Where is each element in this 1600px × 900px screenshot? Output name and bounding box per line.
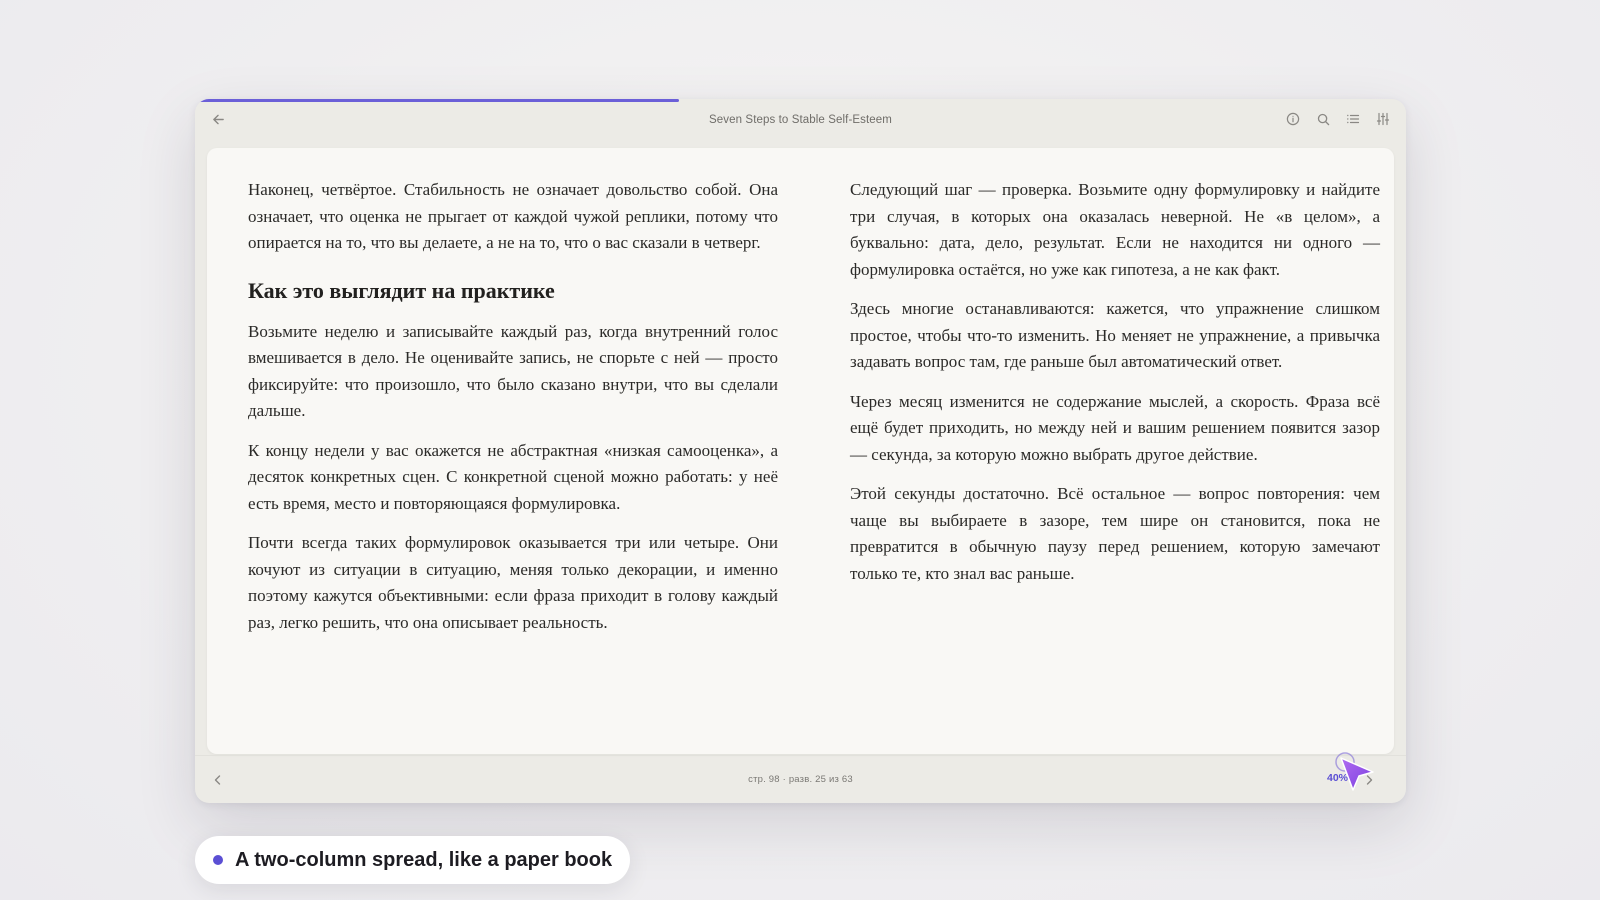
paragraph: Через месяц изменится не содержание мысл…: [850, 391, 1380, 464]
title-bar: Seven Steps to Stable Self-Esteem: [195, 102, 1406, 137]
footer-bar: стр. 98 · разв. 25 из 63 40%: [195, 755, 1406, 803]
contents-button[interactable]: [1340, 106, 1366, 132]
search-icon: [1317, 113, 1329, 125]
book-spread: Наконец, четвёртое. Стабильность не озна…: [207, 148, 1394, 754]
paragraph: Этой секунды достаточно. Всё остальное —…: [850, 484, 1380, 583]
paragraph: К концу недели у вас окажется не абстрак…: [248, 440, 778, 513]
book-title: Seven Steps to Stable Self-Esteem: [709, 113, 892, 126]
toolbar: [1280, 106, 1396, 132]
section-heading: Как это выглядит на практике: [248, 277, 555, 303]
settings-button[interactable]: [1370, 106, 1396, 132]
left-page: Наконец, четвёртое. Стабильность не озна…: [248, 177, 778, 649]
caption-pill: A two-column spread, like a paper book: [195, 836, 631, 884]
back-button[interactable]: [205, 106, 231, 132]
previous-page-button[interactable]: [205, 767, 231, 793]
settings-sliders-icon: [1376, 112, 1390, 126]
contents-list-icon: [1347, 114, 1360, 124]
paragraph: Здесь многие останавливаются: кажется, ч…: [850, 299, 1380, 371]
paragraph: Почти всегда таких формулировок оказывае…: [248, 533, 778, 632]
paragraph: Следующий шаг — проверка. Возьмите одну …: [850, 180, 1380, 279]
info-button[interactable]: [1280, 106, 1306, 132]
paragraph: Наконец, четвёртое. Стабильность не озна…: [248, 180, 778, 252]
chevron-left-icon: [214, 775, 221, 785]
page-info: стр. 98 · разв. 25 из 63: [748, 774, 853, 785]
caption-text: A two-column spread, like a paper book: [235, 848, 613, 871]
right-page: Следующий шаг — проверка. Возьмите одну …: [850, 177, 1380, 600]
info-icon: [1286, 112, 1300, 126]
search-button[interactable]: [1310, 106, 1336, 132]
next-page-button[interactable]: [1356, 767, 1382, 793]
arrow-left-icon: [212, 114, 224, 124]
progress-percent: 40%: [1326, 772, 1348, 784]
reader-window: Seven Steps to Stable Self-Esteem Наконе…: [195, 99, 1406, 803]
chevron-right-icon: [1366, 775, 1373, 785]
caption-dot: [213, 855, 223, 865]
paragraph: Возьмите неделю и записывайте каждый раз…: [248, 321, 778, 421]
